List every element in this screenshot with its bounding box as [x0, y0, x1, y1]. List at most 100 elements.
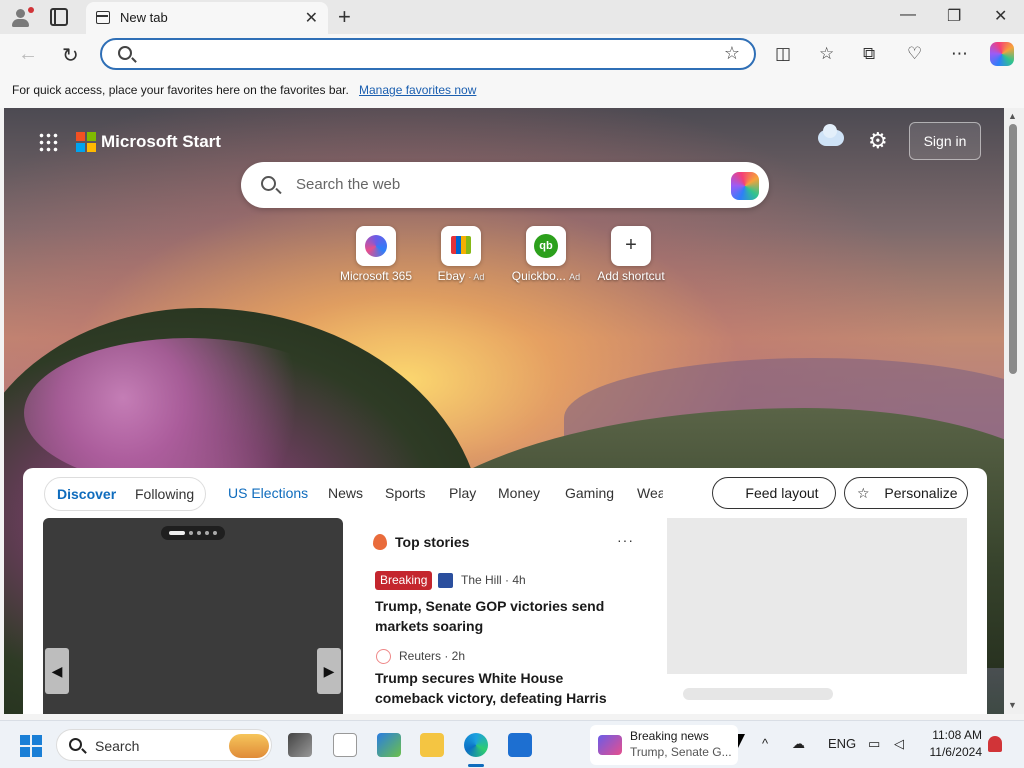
profile-icon[interactable] [8, 5, 34, 29]
carousel-next-button[interactable]: ▶ [317, 648, 341, 694]
manage-favorites-link[interactable]: Manage favorites now [359, 83, 476, 97]
sign-in-button[interactable]: Sign in [909, 122, 981, 160]
weather-icon[interactable] [818, 124, 844, 146]
visual-studio-icon[interactable] [377, 733, 401, 757]
title-bar: New tab ✕ + — ❐ ✕ [0, 0, 1024, 34]
minimize-button[interactable]: — [900, 6, 916, 24]
tab-new-tab[interactable]: New tab ✕ [86, 2, 328, 34]
shortcut-label: Ebay [437, 269, 465, 283]
shortcut-ebay[interactable]: Ebay · Ad [415, 226, 507, 283]
collections-icon[interactable]: ⧉ [863, 44, 875, 64]
notification-bell-icon[interactable] [988, 736, 1002, 752]
new-tab-page: Microsoft Start ⚙ Sign in Search the web… [4, 108, 1004, 714]
top-stories-card: Top stories ··· Breaking The Hill · 4h T… [355, 518, 655, 714]
carousel-prev-button[interactable]: ◀ [45, 648, 69, 694]
carousel-indicator [161, 526, 225, 540]
favorites-icon[interactable]: ☆ [819, 44, 834, 64]
file-icon[interactable] [333, 733, 357, 757]
more-icon[interactable]: ⋯ [951, 44, 968, 64]
shortcut-label: Microsoft 365 [339, 269, 413, 283]
news-feed: Discover Following US Elections News Spo… [23, 468, 987, 714]
edge-icon[interactable] [464, 733, 488, 757]
address-toolbar: ← ↻ ☆ ◫ ☆ ⧉ ♡ ⋯ [0, 34, 1024, 74]
new-tab-page-icon [96, 11, 110, 24]
network-icon[interactable]: ▭ [868, 736, 880, 752]
search-icon [261, 176, 276, 191]
taskbar-search[interactable]: Search [56, 729, 272, 761]
loading-card [667, 518, 967, 714]
personalize-button[interactable]: ☆ Personalize [844, 477, 968, 509]
ad-label: Ad [569, 272, 581, 282]
favorites-message: For quick access, place your favorites h… [12, 83, 349, 97]
address-bar[interactable]: ☆ [100, 38, 756, 70]
refresh-button[interactable]: ↻ [62, 43, 79, 68]
tab-actions-icon[interactable] [50, 8, 68, 26]
ad-label: · Ad [468, 272, 485, 282]
shortcut-quickbooks[interactable]: qb Quickbo... Ad [500, 226, 592, 283]
scroll-thumb[interactable] [1009, 124, 1017, 374]
tab-close-button[interactable]: ✕ [305, 8, 318, 28]
split-screen-icon[interactable]: ◫ [775, 44, 791, 64]
show-hidden-icons-button[interactable]: ^ [762, 736, 768, 751]
favorites-bar: For quick access, place your favorites h… [0, 74, 1024, 108]
add-favorite-icon[interactable]: ☆ [724, 43, 740, 64]
tab-title: New tab [120, 10, 168, 25]
tab-us-elections[interactable]: US Elections [228, 485, 308, 501]
task-view-icon[interactable] [288, 733, 312, 757]
onedrive-icon[interactable]: ☁ [792, 736, 805, 752]
tab-gaming[interactable]: Gaming [565, 485, 614, 501]
scroll-up-icon[interactable]: ▲ [1008, 111, 1017, 121]
personalize-label: Personalize [884, 485, 958, 501]
scroll-down-icon[interactable]: ▼ [1008, 700, 1017, 710]
search-highlight-icon [229, 734, 269, 758]
tab-weather[interactable]: Wea [637, 485, 663, 501]
tab-news[interactable]: News [328, 485, 363, 501]
windows-start-button[interactable] [20, 735, 42, 757]
tab-sports[interactable]: Sports [385, 485, 425, 501]
clock[interactable]: 11:08 AM 11/6/2024 [922, 727, 983, 761]
loading-placeholder [683, 688, 833, 700]
search-input[interactable]: Search the web [296, 176, 400, 193]
date: 11/6/2024 [929, 745, 983, 759]
window-close-button[interactable]: ✕ [994, 6, 1007, 26]
ebay-icon [451, 236, 471, 254]
shortcut-add[interactable]: + Add shortcut [585, 226, 677, 283]
web-search-box[interactable]: Search the web [241, 162, 769, 208]
flame-icon [373, 534, 387, 550]
carousel-card[interactable]: ◀ ▶ [43, 518, 343, 714]
page-scrollbar[interactable]: ▲ ▼ [1004, 108, 1024, 714]
more-options-button[interactable]: ··· [617, 532, 634, 548]
taskbar: Search Breaking news Trump, Senate G... … [0, 720, 1024, 768]
file-explorer-icon[interactable] [420, 733, 444, 757]
language-indicator[interactable]: ENG [828, 736, 856, 751]
shortcut-label: Quickbo... [511, 269, 566, 283]
tab-money[interactable]: Money [498, 485, 540, 501]
new-tab-button[interactable]: + [338, 4, 351, 30]
browser-essentials-icon[interactable]: ♡ [907, 44, 922, 64]
shortcut-microsoft-365[interactable]: Microsoft 365 [330, 226, 422, 283]
copilot-icon[interactable] [731, 172, 759, 200]
news-subtitle: Trump, Senate G... [630, 745, 732, 759]
microsoft-store-icon[interactable] [508, 733, 532, 757]
volume-icon[interactable]: ◁ [894, 736, 904, 752]
maximize-button[interactable]: ❐ [947, 6, 961, 26]
tab-following[interactable]: Following [135, 486, 194, 502]
copilot-icon[interactable] [990, 42, 1014, 66]
news-title: Breaking news [630, 729, 709, 743]
shortcut-label: Add shortcut [597, 269, 665, 283]
back-button[interactable]: ← [18, 43, 38, 66]
news-widget[interactable]: Breaking news Trump, Senate G... [590, 725, 738, 765]
sparkle-icon: ☆ [857, 485, 870, 501]
tab-play[interactable]: Play [449, 485, 476, 501]
tab-discover[interactable]: Discover [57, 486, 116, 502]
app-launcher-icon[interactable] [38, 132, 58, 152]
microsoft-logo [76, 132, 96, 152]
top-stories-title: Top stories [395, 534, 470, 550]
reuters-icon [376, 649, 391, 664]
gear-icon[interactable]: ⚙ [868, 128, 888, 154]
the-hill-icon [438, 573, 453, 588]
story-headline[interactable]: Trump, Senate GOP victories send markets… [375, 596, 635, 636]
quickbooks-icon: qb [534, 234, 558, 258]
story-headline[interactable]: Trump secures White House comeback victo… [375, 668, 635, 708]
feed-layout-button[interactable]: Feed layout [712, 477, 836, 509]
